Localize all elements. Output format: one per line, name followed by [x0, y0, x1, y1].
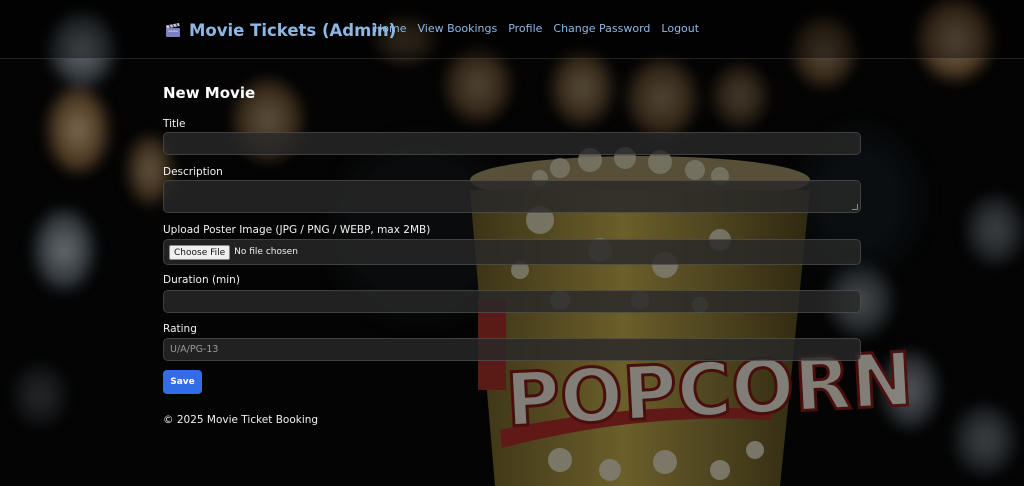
nav-logout-link[interactable]: Logout — [661, 22, 699, 35]
duration-input[interactable] — [163, 290, 861, 313]
brand-title: Movie Tickets (Admin) — [189, 20, 397, 40]
title-input[interactable] — [163, 132, 861, 155]
title-label: Title — [163, 118, 186, 130]
description-textarea[interactable] — [163, 180, 861, 213]
file-status-text: No file chosen — [234, 247, 298, 257]
nav-menu: Home View Bookings Profile Change Passwo… — [374, 22, 699, 35]
top-navbar: Movie Tickets (Admin) Home View Bookings… — [0, 0, 1024, 59]
brand-link[interactable]: Movie Tickets (Admin) — [165, 17, 396, 43]
rating-input[interactable]: U/A/PG-13 — [163, 338, 861, 361]
choose-file-button[interactable]: Choose File — [169, 244, 231, 260]
save-button[interactable]: Save — [163, 370, 202, 394]
footer-copyright: © 2025 Movie Ticket Booking — [163, 414, 319, 426]
new-movie-form: New Movie Title Description Upload Poste… — [163, 84, 861, 394]
poster-upload-label: Upload Poster Image (JPG / PNG / WEBP, m… — [163, 224, 431, 236]
nav-change-password-link[interactable]: Change Password — [553, 22, 650, 35]
nav-view-bookings-link[interactable]: View Bookings — [417, 22, 497, 35]
rating-label: Rating — [163, 323, 197, 335]
rating-placeholder: U/A/PG-13 — [170, 344, 219, 355]
description-label: Description — [163, 166, 223, 178]
duration-label: Duration (min) — [163, 274, 240, 286]
poster-file-input[interactable]: Choose File No file chosen — [163, 239, 861, 265]
resize-grip-icon[interactable] — [852, 204, 858, 210]
nav-home-link[interactable]: Home — [374, 22, 406, 35]
nav-profile-link[interactable]: Profile — [508, 22, 542, 35]
clapperboard-icon — [165, 22, 181, 38]
page-title: New Movie — [163, 84, 256, 102]
